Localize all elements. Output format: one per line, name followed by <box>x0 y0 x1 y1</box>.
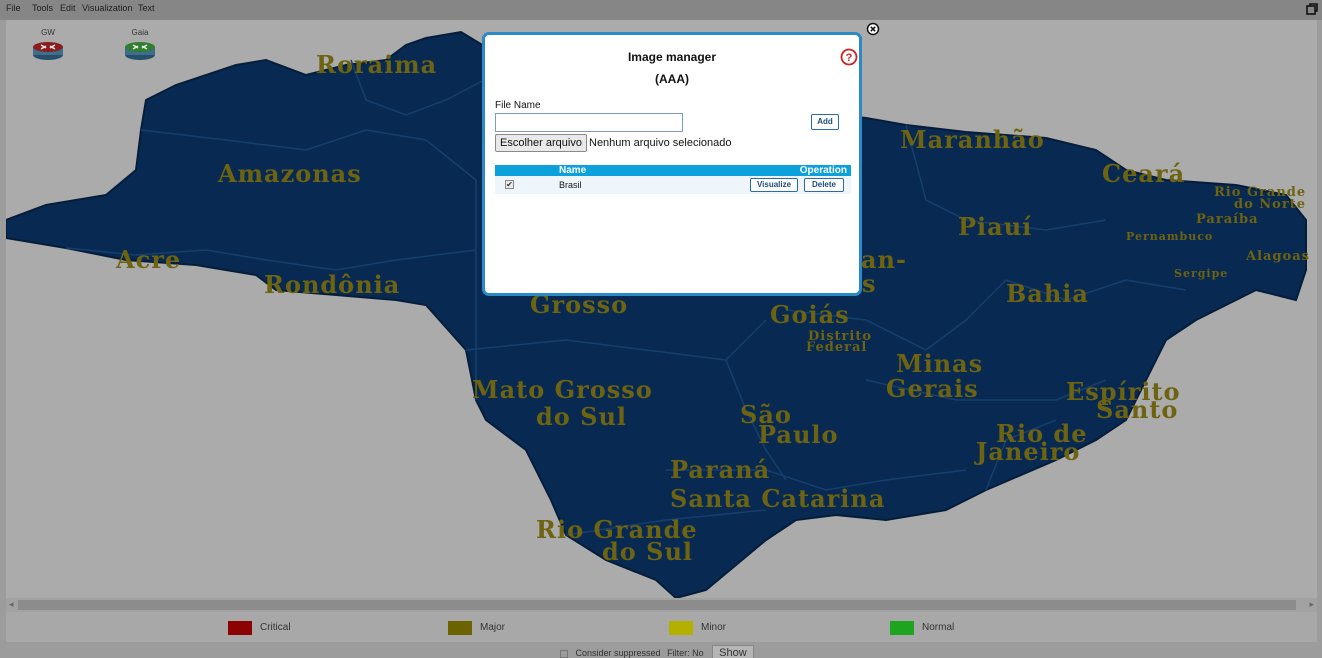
no-file-selected-text: Nenhum arquivo selecionado <box>589 137 732 149</box>
svg-text:?: ? <box>846 52 853 64</box>
show-button[interactable]: Show <box>712 645 754 658</box>
table-header: Name Operation <box>495 165 851 176</box>
delete-button[interactable]: Delete <box>804 178 844 192</box>
state-label-gerais: Gerais <box>886 374 979 403</box>
column-header-operation: Operation <box>799 165 847 176</box>
state-label-bahia: Bahia <box>1006 279 1089 308</box>
menu-file[interactable]: File <box>6 3 21 13</box>
row-image-name: Brasil <box>559 180 582 190</box>
node-gw[interactable]: GW <box>28 28 68 61</box>
state-label-rondonia: Rondônia <box>264 270 401 299</box>
dialog-subtitle: (AAA) <box>655 72 689 86</box>
menu-edit[interactable]: Edit <box>60 3 76 13</box>
state-label-acre: Acre <box>116 245 182 274</box>
filter-status: Filter: No <box>667 648 704 658</box>
state-label-santa-catarina: Santa Catarina <box>670 484 886 513</box>
state-label-paulo: Paulo <box>758 420 839 449</box>
visualize-button[interactable]: Visualize <box>750 178 798 192</box>
node-gw-label: GW <box>41 28 55 37</box>
scrollbar-thumb[interactable] <box>18 600 1296 610</box>
legend-swatch <box>669 621 693 635</box>
state-label-ceara: Ceará <box>1102 159 1186 188</box>
choose-file-button[interactable]: Escolher arquivo <box>495 134 587 152</box>
state-label-piaui: Piauí <box>958 212 1033 241</box>
state-label-santo: Santo <box>1096 395 1179 424</box>
menu-text[interactable]: Text <box>138 3 155 13</box>
legend-swatch <box>448 621 472 635</box>
menu-tools[interactable]: Tools <box>32 3 53 13</box>
state-label-sergipe: Sergipe <box>1174 267 1229 280</box>
state-label-alagoas: Alagoas <box>1246 249 1310 264</box>
state-label-mato-grosso: Mato Grosso <box>472 375 653 404</box>
status-legend: Critical Major Minor Normal <box>6 612 1317 642</box>
file-name-input[interactable] <box>495 113 683 132</box>
legend-label: Critical <box>260 622 291 633</box>
state-label-minas: Minas <box>896 349 984 378</box>
scroll-right-icon[interactable]: ▸ <box>1309 599 1314 610</box>
state-label-parana: Paraná <box>670 455 771 484</box>
node-gaia-label: Gaia <box>131 28 149 37</box>
image-manager-dialog: Image manager (AAA) ? File Name Add Esco… <box>482 32 862 296</box>
legend-swatch <box>228 621 252 635</box>
image-table: Name Operation ✔ Brasil Visualize Delete <box>495 165 851 194</box>
consider-suppressed-label: Consider suppressed <box>575 648 661 658</box>
state-label-goias: Goiás <box>770 300 850 329</box>
router-icon <box>125 42 155 60</box>
state-label-pernambuco: Pernambuco <box>1126 230 1214 243</box>
menu-bar: File Tools Edit Visualization Text <box>0 0 1322 20</box>
state-label-mato-grosso-do-sul: do Sul <box>536 402 628 431</box>
footer-filter-bar: Consider suppressed Filter: No Show <box>560 645 754 658</box>
table-row: ✔ Brasil Visualize Delete <box>495 176 851 194</box>
state-label-janeiro: Janeiro <box>976 437 1081 466</box>
state-label-paraiba: Paraíba <box>1196 212 1259 227</box>
file-name-label: File Name <box>495 100 541 111</box>
state-label-rio-grande-do-sul: do Sul <box>602 537 694 566</box>
legend-label: Minor <box>701 622 727 633</box>
state-label-mato-grosso-partial: Grosso <box>530 290 629 319</box>
row-checkbox[interactable]: ✔ <box>505 180 514 189</box>
state-label-maranhao: Maranhão <box>900 125 1045 154</box>
state-label-roraima: Roraima <box>316 50 438 79</box>
scroll-left-icon[interactable]: ◂ <box>9 599 14 610</box>
consider-suppressed-checkbox[interactable] <box>560 649 568 658</box>
state-label-amazonas: Amazonas <box>218 159 362 188</box>
state-label-rio-grande-do-norte-2: do Norte <box>1234 197 1306 212</box>
state-label-federal: Federal <box>806 340 868 355</box>
legend-label: Normal <box>922 622 955 633</box>
restore-window-icon[interactable] <box>1305 2 1319 16</box>
close-icon[interactable] <box>866 22 880 36</box>
router-icon <box>33 42 63 60</box>
add-button[interactable]: Add <box>811 114 839 130</box>
horizontal-scrollbar[interactable]: ◂ ▸ <box>6 598 1317 612</box>
menu-visualization[interactable]: Visualization <box>82 3 132 13</box>
legend-swatch <box>890 621 914 635</box>
legend-label: Major <box>480 622 506 633</box>
node-gaia[interactable]: Gaia <box>120 28 160 61</box>
column-header-name: Name <box>559 165 587 176</box>
dialog-title: Image manager <box>627 50 717 64</box>
state-label-tocantins-partial-2: s <box>862 269 877 298</box>
help-icon[interactable]: ? <box>840 48 858 66</box>
